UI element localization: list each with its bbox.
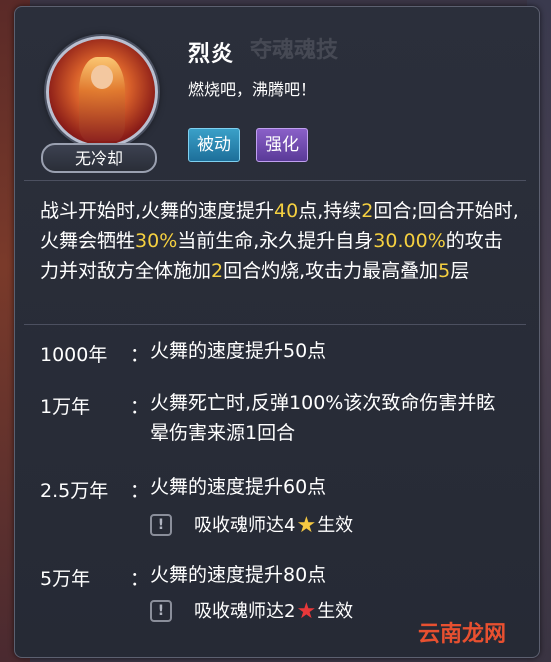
ghost-title: 夺魂魂技 [250, 38, 339, 63]
upgrade-level: 1万年 [40, 396, 91, 418]
portrait-face [91, 65, 113, 89]
highlight-value: 2 [361, 200, 374, 222]
requirement-prefix: 吸收魂师达2 [194, 601, 296, 622]
upgrade-effect: 火舞的速度提升50点 [150, 340, 327, 362]
requirement-suffix: 生效 [317, 601, 354, 622]
description-text: 当前生命,永久提升自身 [177, 230, 374, 252]
cooldown-badge: 无冷却 [41, 143, 157, 173]
upgrade-effect: 火舞的速度提升80点 [150, 564, 327, 586]
upgrade-colon: ： [130, 568, 150, 590]
highlight-value: 2 [211, 260, 224, 282]
tag-passive: 被动 [188, 128, 240, 162]
requirement-prefix: 吸收魂师达4 [194, 515, 296, 536]
description-text: 回合灼烧,攻击力最高叠加 [223, 260, 439, 282]
tag-enhance: 强化 [256, 128, 308, 162]
description-text: 点,持续 [298, 200, 362, 222]
upgrade-effect: 火舞死亡时,反弹100%该次致命伤害并眩晕伤害来源1回合 [150, 392, 496, 444]
skill-description: 战斗开始时,火舞的速度提升40点,持续2回合;回合开始时,火舞会牺牲30%当前生… [40, 196, 520, 286]
highlight-value: 40 [274, 200, 299, 222]
upgrade-level: 5万年 [40, 568, 91, 590]
divider-middle [24, 324, 526, 325]
watermark: 云南龙网 [418, 622, 507, 647]
upgrade-colon: ： [130, 344, 150, 366]
description-text: 层 [450, 260, 470, 282]
upgrade-colon: ： [130, 480, 150, 502]
skill-quote: 燃烧吧，沸腾吧！ [188, 80, 317, 99]
requirement-suffix: 生效 [317, 515, 354, 536]
upgrade-effect: 火舞的速度提升60点 [150, 476, 327, 498]
divider-top [24, 180, 526, 181]
star-gold-icon: ★ [296, 513, 317, 538]
highlight-value: 30% [135, 230, 178, 252]
upgrade-level: 2.5万年 [40, 480, 109, 502]
highlight-value: 30.00% [373, 230, 446, 252]
exclamation-icon: ! [150, 600, 172, 622]
skill-name: 烈炎 [188, 42, 235, 67]
highlight-value: 5 [438, 260, 451, 282]
star-red-icon: ★ [296, 599, 317, 624]
description-text: 战斗开始时,火舞的速度提升 [40, 200, 275, 222]
upgrade-colon: ： [130, 396, 150, 418]
exclamation-icon: ! [150, 514, 172, 536]
skill-portrait[interactable] [46, 36, 158, 148]
upgrade-level: 1000年 [40, 344, 108, 366]
